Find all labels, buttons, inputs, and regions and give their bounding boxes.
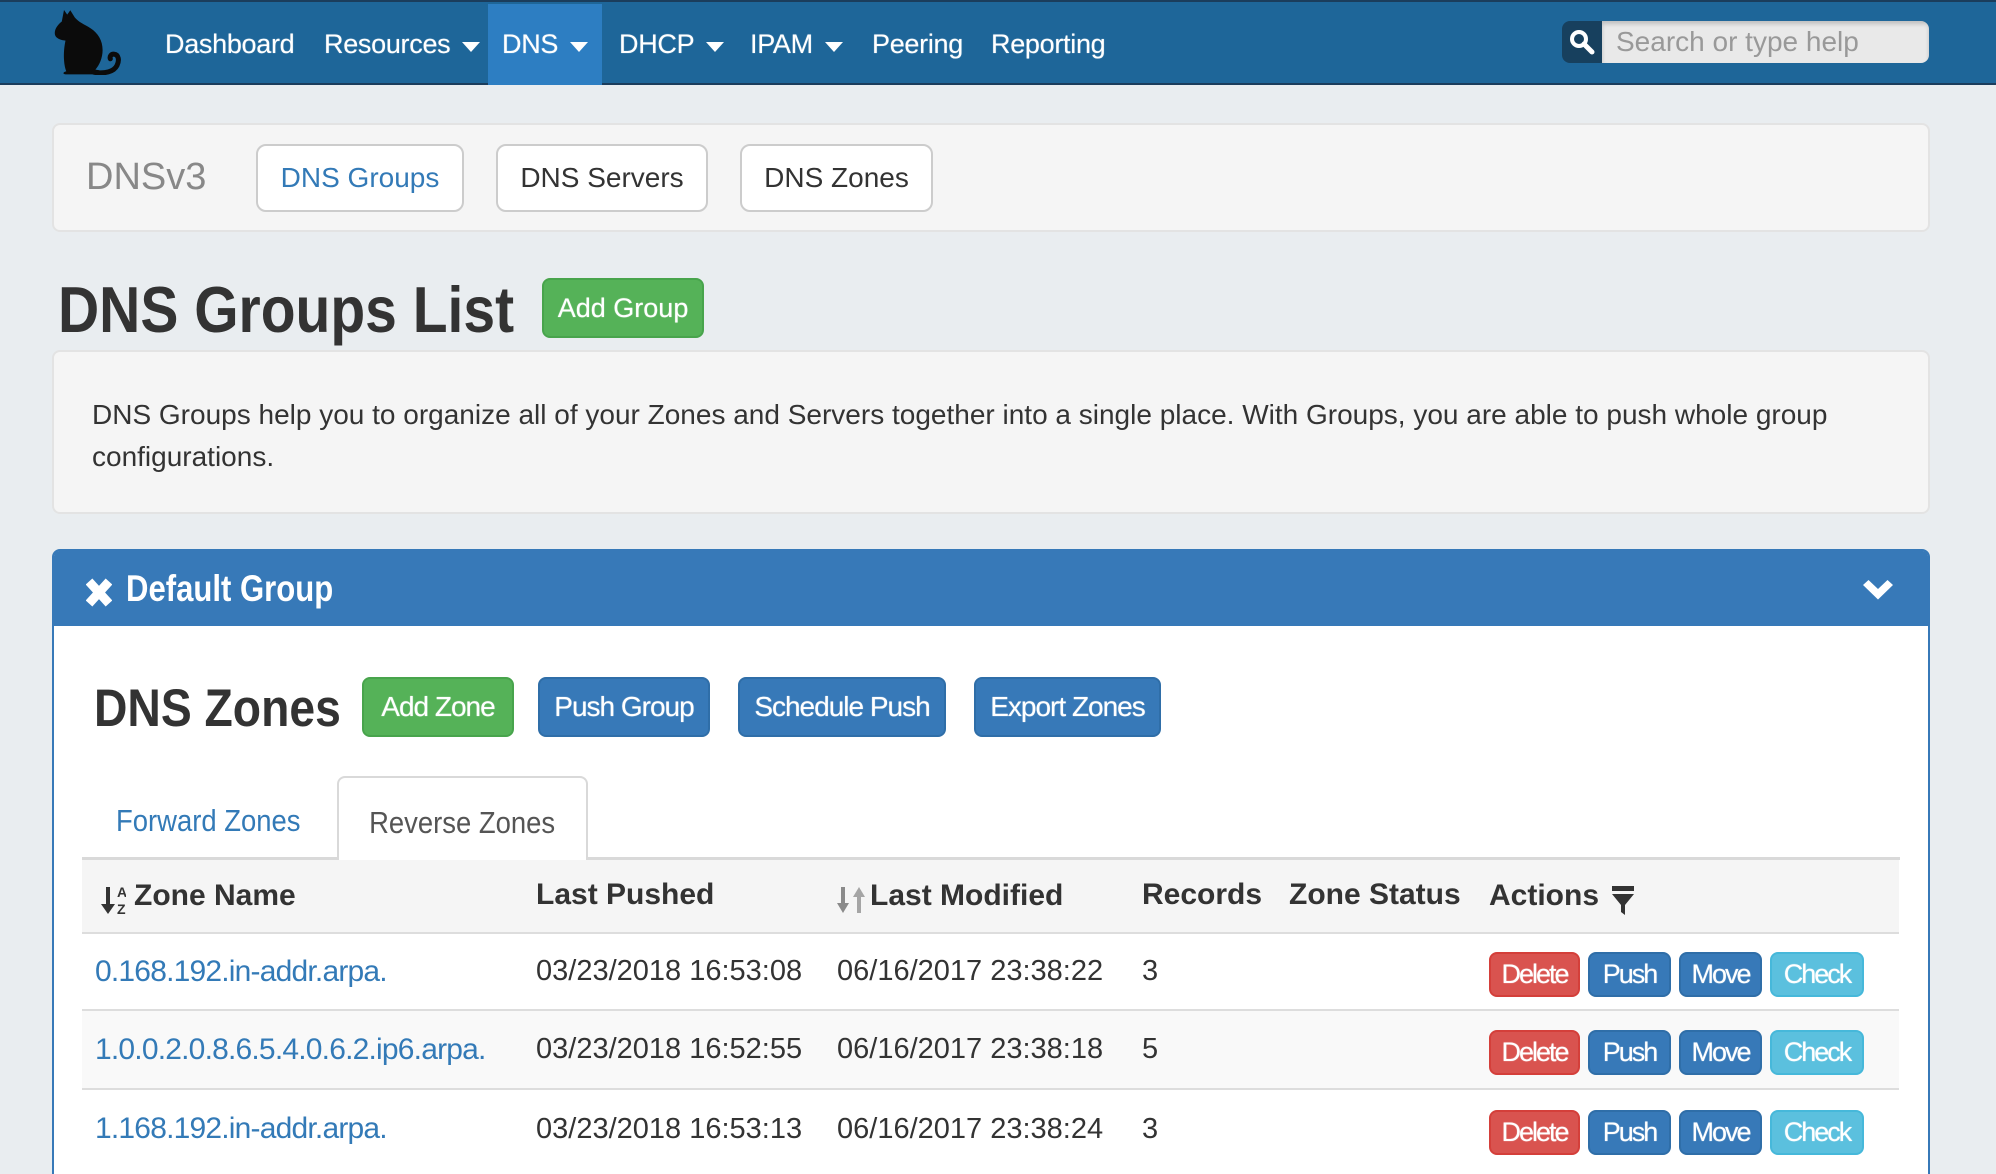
svg-text:A: A	[117, 885, 126, 900]
svg-text:Z: Z	[117, 901, 126, 915]
